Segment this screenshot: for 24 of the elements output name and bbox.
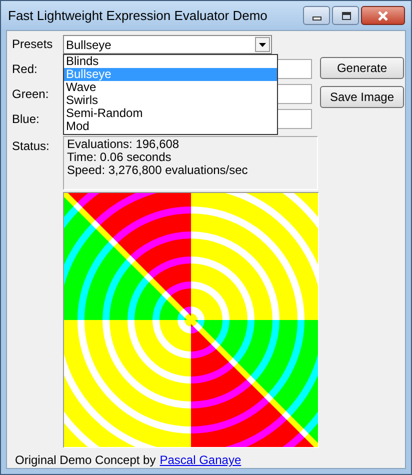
maximize-button[interactable] (332, 6, 359, 25)
caret-icon (255, 37, 270, 52)
status-line: Speed: 3,276,800 evaluations/sec (67, 164, 249, 177)
dropdown-option[interactable]: Swirls (64, 94, 277, 107)
field-label: Green: (12, 86, 50, 100)
presets-dropdown[interactable]: Bullseye (63, 35, 272, 54)
dropdown-option[interactable]: Wave (64, 81, 277, 94)
close-button[interactable] (361, 6, 405, 25)
action-button[interactable]: Save Image (320, 86, 404, 108)
action-button[interactable]: Generate (320, 57, 404, 79)
status-label: Status: (12, 138, 50, 155)
author-link[interactable]: Pascal Ganaye (160, 453, 242, 467)
minimize-button[interactable] (303, 6, 330, 25)
status-line: Evaluations: 196,608 (67, 138, 180, 151)
field-label: Blue: (12, 112, 40, 126)
field-label: Red: (12, 62, 38, 76)
close-icon (376, 10, 390, 20)
credit-text: Original Demo Concept by (15, 453, 156, 467)
dropdown-option[interactable]: Mod (64, 120, 277, 133)
presets-label: Presets (12, 36, 54, 50)
status-line: Time: 0.06 seconds (67, 151, 172, 164)
dropdown-option[interactable]: Blinds (64, 55, 277, 68)
dropdown-option[interactable]: Semi-Random (64, 107, 277, 120)
window-title: Fast Lightweight Expression Evaluator Demo (8, 8, 268, 23)
